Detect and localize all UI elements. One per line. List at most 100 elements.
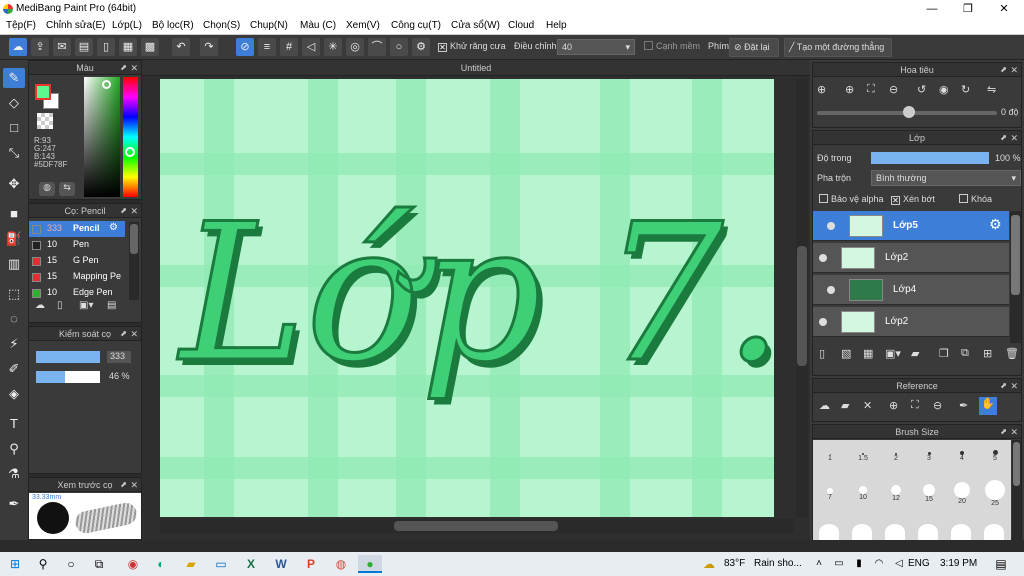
brush-size-preset[interactable]: 10 — [848, 480, 878, 501]
brush-list-scroll-thumb[interactable] — [130, 224, 138, 254]
powerpoint-icon[interactable]: P — [302, 555, 320, 573]
close-reference-icon[interactable]: ✕ — [863, 399, 872, 412]
volume-icon[interactable]: ◁ — [890, 555, 908, 573]
minimize-button[interactable]: — — [914, 0, 950, 18]
line-tool-icon[interactable]: ⤡ — [3, 143, 25, 163]
close-icon[interactable]: ✕ — [130, 478, 138, 492]
close-button[interactable]: ✕ — [986, 0, 1022, 18]
search-icon[interactable]: ⚲ — [34, 555, 52, 573]
brush-name[interactable]: Mapping Pe — [73, 271, 121, 281]
close-icon[interactable]: ✕ — [1010, 131, 1018, 145]
redo-icon[interactable]: ↷ — [200, 38, 218, 56]
battery-icon[interactable]: ▮ — [850, 555, 868, 573]
close-icon[interactable]: ✕ — [130, 327, 138, 341]
select-eraser-tool-icon[interactable]: ◈ — [3, 384, 25, 404]
medibang-taskbar-icon[interactable]: ● — [358, 555, 382, 573]
clipping-checkbox[interactable]: ✕ Xén bớt — [891, 194, 935, 205]
brush-size-value[interactable]: 333 — [107, 351, 131, 363]
text-tool-icon[interactable]: T — [3, 414, 25, 434]
windows-start-icon[interactable]: ⊞ — [6, 555, 24, 573]
expand-icon[interactable]: ⬈ — [120, 61, 127, 75]
menu-select[interactable]: Chọn(S) — [203, 20, 240, 31]
chevron-up-icon[interactable]: ˄ — [810, 555, 828, 573]
menu-view[interactable]: Xem(V) — [346, 20, 380, 31]
gear-icon[interactable]: ⚙ — [109, 222, 118, 233]
open-folder-icon[interactable]: ▰ — [841, 399, 849, 412]
notification-icon[interactable]: ▤ — [992, 555, 1010, 573]
brush-size-preset[interactable]: 1.5 — [848, 444, 878, 462]
lock-checkbox[interactable]: Khóa — [959, 194, 992, 204]
lasso-tool-icon[interactable]: ◌ — [3, 309, 25, 329]
close-icon[interactable]: ✕ — [1010, 425, 1018, 439]
add-layer-menu-icon[interactable]: ▣▾ — [885, 347, 901, 360]
protect-alpha-checkbox[interactable]: Bảo vệ alpha — [819, 194, 884, 204]
move-tool-icon[interactable]: ✥ — [3, 174, 25, 194]
brush-size-scrollbar[interactable] — [1012, 440, 1021, 540]
swap-colors-icon[interactable]: ⇆ — [59, 182, 75, 196]
excel-icon[interactable]: X — [242, 555, 260, 573]
expand-icon[interactable]: ⬈ — [120, 478, 127, 492]
duplicate-layer-icon[interactable]: ❐ — [939, 347, 949, 360]
brush-size-scroll-thumb[interactable] — [1013, 442, 1020, 486]
rotation-slider-thumb[interactable] — [903, 106, 915, 118]
network-icon[interactable]: ▭ — [830, 555, 848, 573]
brush-size-preset[interactable]: 5 — [980, 444, 1010, 462]
brush-size-preset[interactable]: 15 — [914, 480, 944, 503]
circle-snap-icon[interactable]: ◎ — [346, 38, 364, 56]
edge-icon[interactable]: ◐ — [152, 555, 170, 573]
hue-slider[interactable] — [123, 77, 138, 197]
cloud-brush-icon[interactable]: ☁ — [35, 300, 51, 314]
new-layer-icon[interactable]: ▯ — [819, 347, 825, 360]
task-view-icon[interactable]: ⧉ — [90, 555, 108, 573]
layer-settings-icon[interactable]: ⊞ — [983, 347, 992, 360]
settings-snap-icon[interactable]: ⚙ — [412, 38, 430, 56]
layer-row[interactable]: Lớp5 ⚙ — [813, 211, 1009, 241]
soft-edge-checkbox[interactable]: Cạnh mềm — [644, 41, 700, 51]
expand-icon[interactable]: ⬈ — [1000, 63, 1007, 77]
zoom-out-icon[interactable]: ⊖ — [933, 399, 942, 412]
app-icon[interactable]: ◉ — [124, 555, 142, 573]
word-icon[interactable]: W — [272, 555, 290, 573]
curve-snap-icon[interactable]: ⌒ — [368, 38, 386, 56]
antialias-checkbox[interactable]: ✕ Khử răng cưa — [438, 41, 506, 52]
layout-icon[interactable]: ▩ — [141, 38, 159, 56]
zoom-in-icon[interactable]: ⊕ — [889, 399, 898, 412]
fit-icon[interactable]: ⛶ — [911, 399, 919, 412]
ellipse-snap-icon[interactable]: ○ — [390, 38, 408, 56]
brush-size-preset[interactable]: 12 — [881, 480, 911, 502]
drawing-canvas[interactable]: Lớp 7.8 Lớp 7.8 — [160, 79, 774, 517]
hue-cursor[interactable] — [125, 147, 135, 157]
undo-icon[interactable]: ↶ — [172, 38, 190, 56]
select-pen-tool-icon[interactable]: ✐ — [3, 359, 25, 379]
foreground-color-swatch[interactable] — [35, 84, 51, 100]
monitor-icon[interactable]: ▭ — [212, 555, 230, 573]
saturation-value-picker[interactable] — [84, 77, 120, 197]
reset-button[interactable]: ⊘ Đặt lại — [729, 38, 779, 57]
menu-color[interactable]: Màu (C) — [300, 20, 336, 31]
transparent-color-swatch[interactable] — [37, 113, 53, 129]
menu-capture[interactable]: Chụp(N) — [250, 20, 288, 31]
rect-tool-icon[interactable]: □ — [3, 118, 25, 138]
gradient-tool-icon[interactable]: ▥ — [3, 254, 25, 274]
menu-file[interactable]: Tệp(F) — [6, 20, 36, 31]
fill-rect-tool-icon[interactable]: ■ — [3, 204, 25, 224]
expand-icon[interactable]: ⬈ — [1000, 379, 1007, 393]
rotate-ccw-icon[interactable]: ↺ — [917, 83, 926, 96]
dropper-tool-icon[interactable]: ⚗ — [3, 464, 25, 484]
snap-icon[interactable]: ▤ — [75, 38, 93, 56]
clock[interactable]: 3:19 PM — [940, 558, 977, 569]
folder-icon[interactable]: ▰ — [911, 347, 919, 360]
rotate-reset-icon[interactable]: ◉ — [939, 83, 949, 96]
gear-icon[interactable]: ⚙ — [989, 216, 1002, 233]
hand-icon[interactable]: ✋ — [979, 397, 997, 415]
zoom-in-icon[interactable]: ⊕ — [817, 83, 826, 96]
select-tool-icon[interactable]: ⬚ — [3, 284, 25, 304]
brush-size-preset[interactable]: 2 — [881, 444, 911, 462]
eyedropper-tool-icon[interactable]: ✒ — [3, 494, 25, 514]
rotate-cw-icon[interactable]: ↻ — [961, 83, 970, 96]
expand-icon[interactable]: ⬈ — [120, 327, 127, 341]
delete-layer-icon[interactable]: 🗑 — [1005, 347, 1019, 360]
sv-cursor[interactable] — [102, 80, 111, 89]
menu-filter[interactable]: Bộ lọc(R) — [152, 20, 194, 31]
export-icon[interactable]: ⇪ — [31, 38, 49, 56]
